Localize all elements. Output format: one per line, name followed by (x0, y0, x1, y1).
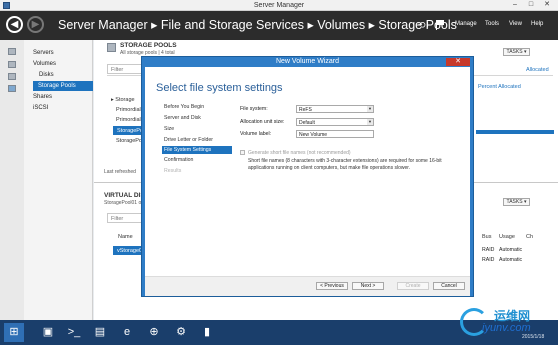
file-storage-icon[interactable] (8, 85, 16, 92)
menu-help[interactable]: Help (531, 21, 543, 27)
short-file-names-label: Generate short file names (not recommend… (248, 150, 351, 156)
wizard-step-file-system-settings[interactable]: File System Settings (162, 146, 232, 154)
column-header-allocated[interactable]: Allocated (526, 67, 549, 73)
back-icon[interactable]: ◀ (6, 16, 23, 33)
list-item[interactable]: ▸ Storage (111, 97, 135, 103)
left-navigation: Servers Volumes Disks Storage Pools Shar… (0, 40, 93, 320)
previous-button[interactable]: < Previous (316, 282, 348, 290)
command-prompt-icon[interactable]: ▮ (197, 323, 217, 342)
dialog-title: New Volume Wizard (275, 58, 340, 65)
header-bar: ◀ ▶ Server Manager ▸ File and Storage Se… (0, 11, 558, 40)
sidebar-item-servers[interactable]: Servers (33, 50, 54, 56)
next-button[interactable]: Next > (352, 282, 384, 290)
allocation-unit-size-value: Default (299, 120, 315, 126)
column-header-usage[interactable]: Usage (499, 234, 515, 240)
server-manager-taskbar-icon[interactable]: ▣ (38, 323, 58, 342)
cancel-button[interactable]: Cancel (433, 282, 465, 290)
file-system-label: File system: (240, 106, 268, 112)
allocation-unit-size-label: Allocation unit size: (240, 119, 285, 125)
create-button: Create (397, 282, 429, 290)
sidebar-item-disks[interactable]: Disks (39, 72, 54, 78)
wizard-step-before-you-begin[interactable]: Before You Begin (162, 104, 232, 110)
tasks-label: TASKS (506, 199, 523, 205)
column-header-percent-allocated[interactable]: Percent Allocated (478, 84, 521, 90)
wizard-step-drive-letter[interactable]: Drive Letter or Folder (162, 137, 232, 143)
maximize-button[interactable]: □ (524, 0, 538, 10)
breadcrumb[interactable]: Server Manager ▸ File and Storage Servic… (58, 17, 457, 32)
storage-pools-tasks-button[interactable]: TASKS ▾ (503, 48, 530, 56)
file-explorer-icon[interactable]: ▤ (90, 323, 110, 342)
refresh-icon[interactable]: ⟲ (418, 20, 426, 31)
storage-pools-title: STORAGE POOLS (120, 42, 177, 49)
table-cell-bus: RAID (482, 247, 495, 253)
storage-pool-icon (107, 43, 116, 52)
wizard-step-results: Results (164, 168, 182, 174)
volume-label-input[interactable]: New Volume (296, 130, 374, 138)
dialog-footer: < Previous Next > Create Cancel (145, 276, 470, 296)
sidebar-item-iscsi[interactable]: iSCSI (33, 105, 48, 111)
notifications-flag-icon[interactable] (436, 20, 444, 30)
volume-label-label: Volume label: (240, 131, 272, 137)
table-cell-usage: Automatic (499, 257, 523, 263)
file-system-value: ReFS (299, 107, 312, 113)
dashboard-icon[interactable] (8, 48, 16, 55)
storage-group-label: Storage (115, 97, 135, 103)
start-icon[interactable]: ⊞ (4, 323, 24, 342)
all-servers-icon[interactable] (8, 73, 16, 80)
short-file-names-note: Short file names (8 characters with 3-ch… (248, 158, 442, 171)
allocation-progress-fill (476, 130, 554, 134)
forward-icon[interactable]: ▶ (27, 16, 44, 33)
local-server-icon[interactable] (8, 61, 16, 68)
allocation-progress (476, 130, 554, 134)
chevron-down-icon: ▼ (367, 106, 373, 112)
close-window-button[interactable]: ✕ (540, 0, 554, 10)
watermark-url: iyunv.com (482, 322, 531, 334)
new-volume-wizard-dialog: New Volume Wizard ✕ Select file system s… (141, 56, 474, 297)
allocation-unit-size-select[interactable]: Default ▼ (296, 118, 374, 126)
list-item[interactable]: Primordial (116, 117, 141, 123)
menu-view[interactable]: View (509, 21, 522, 27)
dialog-body: Select file system settings Before You B… (145, 67, 470, 296)
short-file-names-checkbox[interactable] (240, 150, 245, 155)
wizard-heading: Select file system settings (156, 82, 283, 94)
separator-icon: | (427, 22, 429, 28)
tools-icon[interactable]: ⚙ (171, 323, 191, 342)
sidebar-item-volumes[interactable]: Volumes (33, 61, 56, 67)
network-icon[interactable]: ⊕ (144, 323, 164, 342)
tasks-label: TASKS (506, 49, 523, 55)
window-title: Server Manager (253, 2, 305, 9)
wizard-step-size[interactable]: Size (162, 126, 232, 132)
table-cell-usage: Automatic (499, 247, 523, 253)
list-item[interactable]: Primordial (116, 107, 141, 113)
nav-rail (0, 40, 24, 320)
virtual-disks-tasks-button[interactable]: TASKS ▾ (503, 198, 530, 206)
table-cell-bus: RAID (482, 257, 495, 263)
menu-manage[interactable]: Manage (455, 21, 477, 27)
watermark-logo: 运维网 iyunv.com (458, 306, 553, 342)
column-header-name[interactable]: Name (118, 234, 133, 240)
column-header-ch[interactable]: Ch (526, 234, 533, 240)
chevron-down-icon: ▼ (367, 119, 373, 125)
window-titlebar: Server Manager – □ ✕ (0, 0, 558, 11)
wizard-step-server-and-disk[interactable]: Server and Disk (162, 115, 232, 121)
powershell-icon[interactable]: >_ (64, 323, 84, 342)
internet-explorer-icon[interactable]: e (117, 323, 137, 342)
dialog-close-icon[interactable]: ✕ (446, 58, 470, 66)
sidebar-item-storage-pools[interactable]: Storage Pools (33, 81, 93, 91)
wizard-step-confirmation[interactable]: Confirmation (162, 157, 232, 163)
sidebar-item-shares[interactable]: Shares (33, 94, 52, 100)
file-system-select[interactable]: ReFS ▼ (296, 105, 374, 113)
column-header-bus[interactable]: Bus (482, 234, 491, 240)
last-refreshed-label: Last refreshed (104, 169, 136, 175)
menu-tools[interactable]: Tools (485, 21, 499, 27)
minimize-button[interactable]: – (508, 0, 522, 10)
